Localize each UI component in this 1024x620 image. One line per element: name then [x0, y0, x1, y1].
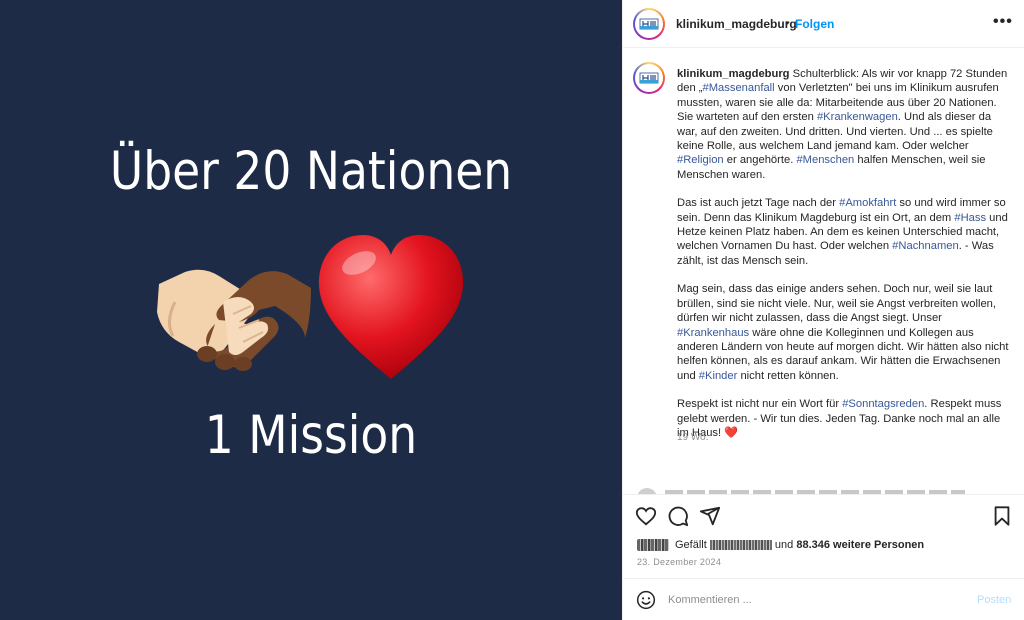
heart-outline-icon[interactable]: [635, 505, 657, 527]
caption-area: klinikum_magdeburg Schulterblick: Als wi…: [623, 49, 1024, 487]
caption-paragraph: klinikum_magdeburg Schulterblick: Als wi…: [677, 67, 1011, 182]
action-bar: [623, 494, 1024, 534]
likes-middle: und: [774, 539, 794, 551]
heart-emoji: ❤️: [724, 426, 739, 439]
hashtag-link[interactable]: #Hass: [954, 212, 986, 224]
caption-text-segment: nicht retten können.: [737, 369, 839, 382]
more-horizontal-icon[interactable]: •••: [993, 13, 1012, 33]
klinikum-logo-icon: [639, 18, 659, 30]
post-caption: klinikum_magdeburg Schulterblick: Als wi…: [677, 67, 1011, 454]
post-image[interactable]: Über 20 Nationen 1 Mission: [0, 0, 622, 620]
caption-time-ago[interactable]: 19 Wo.: [677, 432, 709, 443]
caption-paragraph: Das ist auch jetzt Tage nach der #Amokfa…: [677, 196, 1011, 268]
avatar[interactable]: [633, 62, 665, 94]
smiley-icon[interactable]: [636, 590, 656, 610]
post-author-username[interactable]: klinikum_magdeburg: [676, 17, 797, 31]
likes-count[interactable]: 88.346 weitere Personen: [796, 539, 924, 551]
red-heart-emoji: [318, 235, 464, 379]
hashtag-link[interactable]: #Massenanfall: [703, 82, 775, 94]
caption-paragraph: Mag sein, dass das einige anders sehen. …: [677, 282, 1011, 383]
klinikum-logo-icon: [639, 72, 659, 84]
hashtag-link[interactable]: #Krankenwagen: [817, 111, 898, 123]
liker-name-redacted: [709, 540, 772, 551]
hashtag-link[interactable]: #Sonntagsreden: [842, 398, 924, 410]
hashtag-link[interactable]: #Menschen: [796, 154, 854, 166]
caption-username[interactable]: klinikum_magdeburg: [677, 68, 790, 80]
caption-text-segment: Das ist auch jetzt Tage nach der: [677, 197, 840, 210]
caption-text-segment: er angehörte.: [723, 154, 797, 167]
hashtag-link[interactable]: #Kinder: [699, 370, 738, 382]
post-panel: klinikum_magdeburg • Folgen ••• klinikum…: [622, 0, 1024, 620]
bookmark-icon[interactable]: [991, 505, 1013, 527]
separator-dot: •: [785, 16, 790, 30]
post-header: klinikum_magdeburg • Folgen •••: [623, 0, 1024, 48]
comment-composer: Posten: [623, 578, 1024, 620]
caption-text-segment: Respekt ist nicht nur ein Wort für: [677, 398, 843, 411]
comment-input[interactable]: [668, 589, 958, 611]
likes-summary[interactable]: Gefällt und 88.346 weitere Personen: [637, 539, 924, 552]
hashtag-link[interactable]: #Amokfahrt: [839, 197, 896, 209]
post-comment-button[interactable]: Posten: [977, 594, 1011, 606]
likes-prefix: Gefällt: [675, 539, 707, 551]
avatar[interactable]: [633, 8, 665, 40]
handshake-emoji: [157, 269, 311, 371]
send-icon[interactable]: [699, 505, 721, 527]
hashtag-link[interactable]: #Religion: [677, 154, 724, 166]
post-date[interactable]: 23. Dezember 2024: [637, 557, 721, 567]
follow-button[interactable]: Folgen: [795, 17, 834, 31]
hashtag-link[interactable]: #Krankenhaus: [677, 327, 749, 339]
caption-text-segment: Mag sein, dass das einige anders sehen. …: [677, 283, 997, 325]
hashtag-link[interactable]: #Nachnamen: [892, 240, 959, 252]
caption-paragraph: Respekt ist nicht nur ein Wort für #Sonn…: [677, 397, 1011, 440]
image-headline: Über 20 Nationen: [109, 141, 513, 202]
image-mission-text: 1 Mission: [204, 405, 418, 466]
liker-avatars: [637, 539, 669, 552]
comment-icon[interactable]: [667, 505, 689, 527]
